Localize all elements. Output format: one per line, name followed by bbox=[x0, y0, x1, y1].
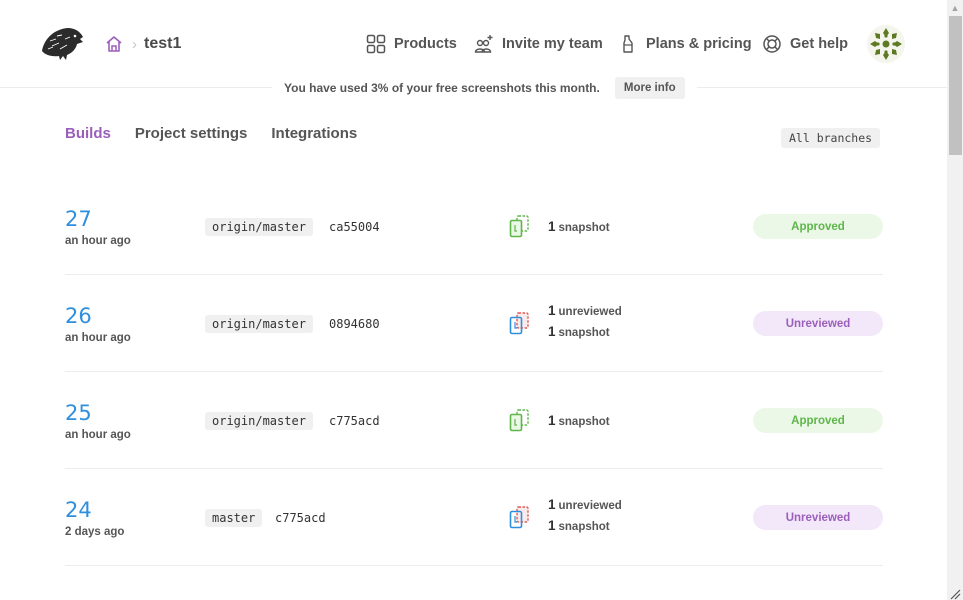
commit-hash: 0894680 bbox=[329, 317, 380, 331]
unreviewed-count: 1 unreviewed bbox=[548, 303, 622, 318]
top-header: › test1 Products Invite my team Plans & … bbox=[0, 0, 947, 88]
snapshot-counts: 1 unreviewed 1 snapshot bbox=[548, 300, 622, 342]
snapshot-counts: 1 snapshot bbox=[548, 216, 610, 237]
snapshots-changed-icon bbox=[509, 506, 529, 529]
nav-products-label: Products bbox=[394, 36, 457, 52]
build-row[interactable]: 26 an hour ago origin/master 0894680 1 un… bbox=[65, 275, 883, 372]
branch-badge: origin/master bbox=[205, 315, 313, 333]
build-number[interactable]: 26 bbox=[65, 304, 92, 328]
usage-text: You have used 3% of your free screenshot… bbox=[284, 81, 600, 95]
nav-help-label: Get help bbox=[790, 36, 849, 52]
nav-get-help[interactable]: Get help bbox=[762, 31, 848, 57]
breadcrumb: › test1 bbox=[104, 33, 181, 55]
status-badge: Approved bbox=[753, 214, 883, 239]
project-tabs: Builds Project settings Integrations bbox=[65, 125, 381, 142]
hedgehog-logo-icon[interactable] bbox=[40, 25, 84, 61]
build-row[interactable]: 24 2 days ago master c775acd 1 unreviewed… bbox=[65, 469, 883, 566]
build-time: 2 days ago bbox=[65, 526, 125, 538]
breadcrumb-separator: › bbox=[132, 35, 137, 53]
branch-badge: origin/master bbox=[205, 218, 313, 236]
user-avatar[interactable] bbox=[867, 25, 905, 63]
add-user-icon bbox=[474, 35, 493, 53]
build-time: an hour ago bbox=[65, 332, 131, 344]
more-info-button[interactable]: More info bbox=[614, 77, 685, 99]
build-time: an hour ago bbox=[65, 235, 131, 247]
branch-badge: origin/master bbox=[205, 412, 313, 430]
page: › test1 Products Invite my team Plans & … bbox=[0, 0, 947, 600]
commit-hash: ca55004 bbox=[329, 220, 380, 234]
status-badge: Approved bbox=[753, 408, 883, 433]
build-number[interactable]: 25 bbox=[65, 401, 92, 425]
snapshots-approved-icon bbox=[509, 409, 529, 432]
nav-products[interactable]: Products bbox=[366, 31, 457, 57]
build-number[interactable]: 24 bbox=[65, 498, 92, 522]
usage-notice: You have used 3% of your free screenshot… bbox=[0, 76, 947, 100]
snapshot-count: 1 snapshot bbox=[548, 413, 610, 428]
status-badge: Unreviewed bbox=[753, 505, 883, 530]
home-icon[interactable] bbox=[104, 34, 124, 54]
snapshot-count: 1 snapshot bbox=[548, 324, 610, 339]
nav-invite-label: Invite my team bbox=[502, 36, 603, 52]
breadcrumb-project-link[interactable]: test1 bbox=[144, 35, 181, 53]
snapshot-counts: 1 unreviewed 1 snapshot bbox=[548, 494, 622, 536]
resize-handle-icon[interactable] bbox=[949, 588, 961, 600]
scrollbar-thumb[interactable] bbox=[949, 16, 962, 155]
unreviewed-count: 1 unreviewed bbox=[548, 497, 622, 512]
commit-hash: c775acd bbox=[275, 511, 326, 525]
build-row[interactable]: 27 an hour ago origin/master ca55004 1 sn… bbox=[65, 178, 883, 275]
grid-icon bbox=[366, 34, 386, 54]
branch-badge: master bbox=[205, 509, 263, 527]
bottle-icon bbox=[623, 35, 633, 53]
build-time: an hour ago bbox=[65, 429, 131, 441]
build-number[interactable]: 27 bbox=[65, 207, 92, 231]
tab-integrations[interactable]: Integrations bbox=[271, 125, 357, 142]
branch-filter-dropdown[interactable]: All branches bbox=[781, 128, 881, 148]
snapshot-count: 1 snapshot bbox=[548, 219, 610, 234]
snapshots-approved-icon bbox=[509, 215, 529, 238]
nav-plans-label: Plans & pricing bbox=[646, 36, 752, 52]
build-row[interactable]: 25 an hour ago origin/master c775acd 1 sn… bbox=[65, 372, 883, 469]
lifebuoy-icon bbox=[763, 35, 781, 53]
snapshot-counts: 1 snapshot bbox=[548, 410, 610, 431]
snapshot-count: 1 snapshot bbox=[548, 518, 610, 533]
nav-plans-pricing[interactable]: Plans & pricing bbox=[618, 31, 752, 57]
status-badge: Unreviewed bbox=[753, 311, 883, 336]
scroll-up-arrow-icon[interactable]: ▲ bbox=[947, 0, 963, 16]
nav-invite-team[interactable]: Invite my team bbox=[474, 31, 603, 57]
tab-builds[interactable]: Builds bbox=[65, 125, 111, 142]
builds-list: 27 an hour ago origin/master ca55004 1 sn… bbox=[65, 178, 883, 566]
commit-hash: c775acd bbox=[329, 414, 380, 428]
vertical-scrollbar[interactable]: ▲ bbox=[947, 0, 963, 600]
usage-notice-content: You have used 3% of your free screenshot… bbox=[272, 76, 697, 100]
snapshots-changed-icon bbox=[509, 312, 529, 335]
tab-project-settings[interactable]: Project settings bbox=[135, 125, 248, 142]
